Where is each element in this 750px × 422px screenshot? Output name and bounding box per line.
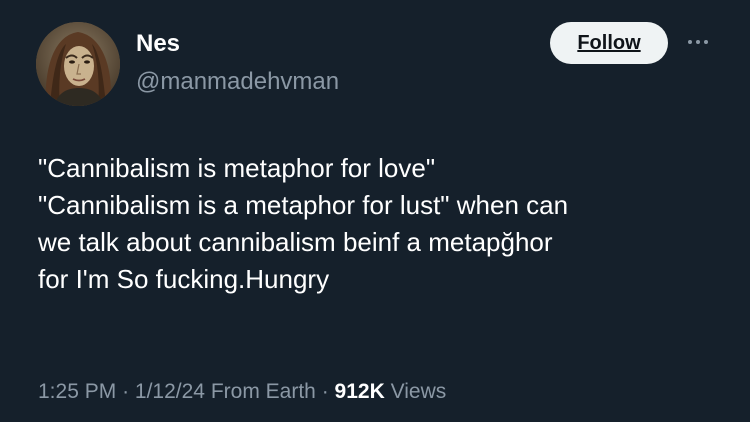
more-options-icon[interactable]: [680, 28, 716, 56]
tweet-source: From Earth: [210, 380, 316, 403]
tweet-time[interactable]: 1:25 PM: [38, 380, 116, 403]
meta-separator: ·: [122, 380, 130, 403]
more-dot: [704, 40, 708, 44]
tweet-text-line: for I'm So fucking.Hungry: [38, 264, 330, 294]
tweet-meta: 1:25 PM · 1/12/24 From Earth · 912K View…: [38, 378, 446, 406]
tweet-card: Nes @manmadehvman Follow "Cannibalism is…: [0, 0, 750, 422]
avatar[interactable]: [36, 22, 120, 106]
avatar-image: [36, 22, 120, 106]
more-dot: [696, 40, 700, 44]
tweet-text-line: we talk about cannibalism beinf a metapğ…: [38, 227, 553, 257]
views-count[interactable]: 912K: [335, 380, 385, 403]
follow-button[interactable]: Follow: [550, 22, 668, 64]
author-handle[interactable]: @manmadehvman: [136, 68, 339, 96]
views-label: Views: [390, 380, 447, 403]
tweet-text-line: "Cannibalism is metaphor for love": [38, 153, 436, 183]
meta-separator: ·: [321, 380, 329, 403]
tweet-text-line: "Cannibalism is a metaphor for lust" whe…: [38, 190, 569, 220]
author-display-name[interactable]: Nes: [136, 30, 180, 58]
tweet-date[interactable]: 1/12/24: [135, 380, 205, 403]
tweet-body: "Cannibalism is metaphor for love" "Cann…: [38, 150, 728, 298]
more-dot: [688, 40, 692, 44]
